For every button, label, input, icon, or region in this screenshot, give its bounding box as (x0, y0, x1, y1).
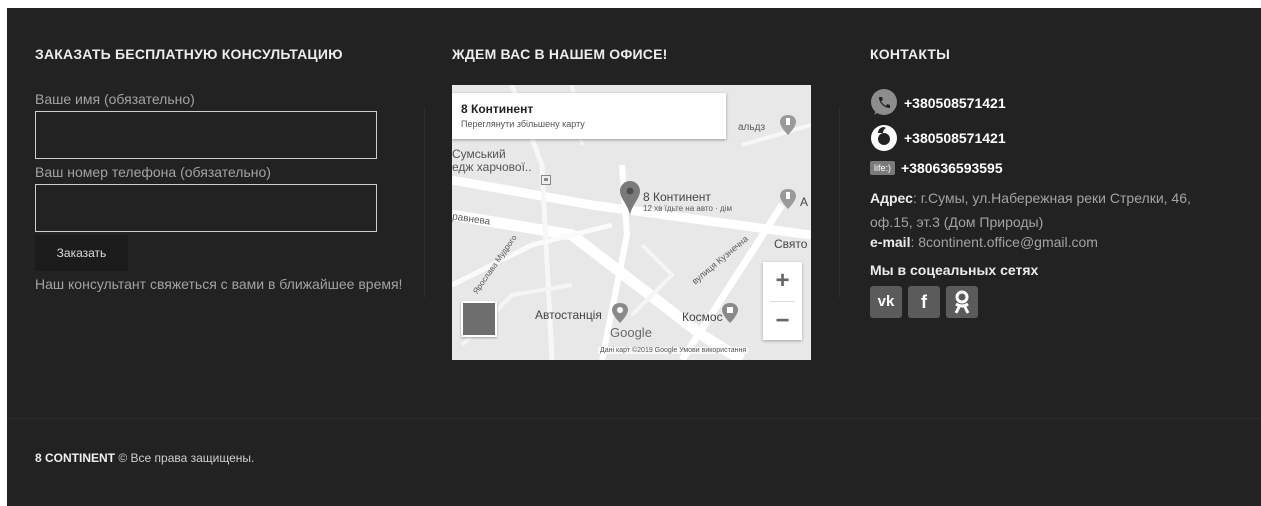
phone-row: +380508571421 (870, 89, 1006, 117)
contacts-title: КОНТАКТЫ (870, 46, 951, 62)
odnoklassniki-glyph-icon (954, 290, 970, 314)
map-route-label: 12 хв їдьте на авто · дім (643, 204, 732, 213)
email-label: e-mail (870, 234, 911, 250)
column-divider (839, 108, 840, 298)
phone-row: life:) +380636593595 (870, 160, 1003, 176)
zoom-in-button[interactable]: + (763, 262, 802, 301)
map-label: Свято (774, 237, 808, 251)
office-title: ЖДЕМ ВАС В НАШЕМ ОФИСЕ! (452, 46, 668, 62)
copyright-text: © Все права защищены. (115, 451, 255, 465)
map-attribution[interactable]: Дані карт ©2019 Google Умови використанн… (598, 347, 749, 354)
kyivstar-phone-icon (871, 89, 897, 115)
footer-divider (7, 418, 1261, 419)
restaurant-icon (780, 189, 796, 209)
zoom-control: + − (763, 262, 802, 340)
odnoklassniki-icon[interactable] (946, 286, 978, 318)
map-marker-icon[interactable] (620, 181, 640, 217)
phone-number[interactable]: +380508571421 (904, 130, 1006, 146)
map-card-link[interactable]: Переглянути збільшену карту (461, 119, 717, 129)
phone-number[interactable]: +380508571421 (904, 95, 1006, 111)
map-label: альдз (738, 122, 766, 133)
phone-number[interactable]: +380636593595 (901, 160, 1003, 176)
map-label: Космос (682, 310, 723, 324)
site-footer: ЗАКАЗАТЬ БЕСПЛАТНУЮ КОНСУЛЬТАЦИЮ Ваше им… (7, 8, 1261, 506)
satellite-toggle[interactable] (461, 301, 497, 337)
address: Адрес: г.Сумы, ул.Набережная реки Стрелк… (870, 186, 1210, 234)
form-title: ЗАКАЗАТЬ БЕСПЛАТНУЮ КОНСУЛЬТАЦИЮ (35, 46, 343, 62)
map-card-title: 8 Континент (461, 102, 534, 116)
phone-input[interactable] (35, 184, 377, 232)
name-label: Ваше имя (обязательно) (35, 91, 195, 107)
name-input[interactable] (35, 111, 377, 159)
restaurant-icon (780, 115, 796, 135)
map-label: А (800, 195, 809, 209)
vk-icon[interactable]: vk (870, 286, 902, 318)
map-label: Сумський (452, 147, 506, 161)
facebook-icon[interactable]: f (908, 286, 940, 318)
phone-row: +380508571421 (870, 124, 1006, 152)
life-icon: life:) (870, 161, 896, 175)
social-title: Мы в соцеальных сетях (870, 262, 1039, 278)
building-icon (541, 175, 551, 185)
phone-label: Ваш номер телефона (обязательно) (35, 164, 271, 180)
copyright-brand: 8 CONTINENT (35, 451, 116, 465)
zoom-out-button[interactable]: − (763, 302, 802, 341)
shop-icon (722, 303, 738, 323)
email-value[interactable]: : 8continent.office@gmail.com (910, 234, 1098, 250)
column-divider (424, 108, 425, 298)
office-map[interactable]: 8 Континент Переглянути збільшену карту … (452, 85, 811, 360)
google-logo: Google (610, 325, 652, 340)
vodafone-icon (871, 125, 897, 151)
map-info-card: 8 Континент Переглянути збільшену карту (452, 93, 726, 139)
form-note: Наш консультант свяжеться с вами в ближа… (35, 276, 403, 292)
map-label: Автостанція (535, 308, 602, 322)
address-label: Адрес (870, 190, 913, 206)
map-label: едж харчової.. (452, 160, 532, 174)
email: e-mail: 8continent.office@gmail.com (870, 234, 1098, 250)
bus-station-icon (612, 303, 628, 323)
map-place-label: 8 Континент (643, 190, 711, 204)
address-value: : г.Сумы, ул.Набережная реки Стрелки, 46… (870, 190, 1191, 230)
social-links: vk f (870, 286, 978, 318)
submit-button[interactable]: Заказать (35, 235, 128, 271)
copyright: 8 CONTINENT © Все права защищены. (35, 451, 254, 465)
